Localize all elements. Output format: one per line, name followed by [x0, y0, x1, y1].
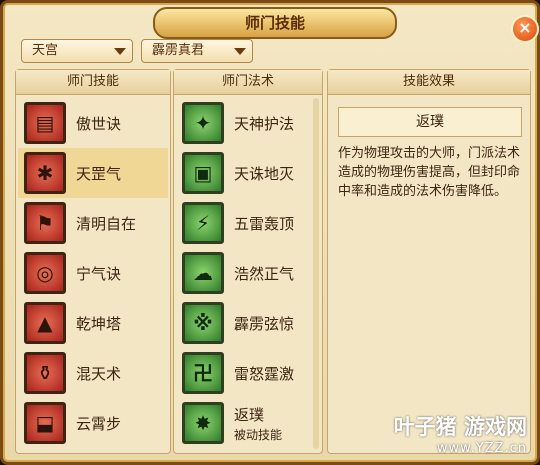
icon-glyph: ▲ — [37, 311, 53, 335]
skills-item-label: 乾坤塔 — [76, 315, 122, 333]
spells-item-label: 雷怒霆激 — [234, 365, 295, 383]
skills-item-label: 云霄步 — [76, 415, 122, 433]
pagoda-icon: ▲ — [24, 302, 66, 344]
spells-item[interactable]: ✸ 返璞被动技能 — [176, 398, 312, 448]
cloud-icon: ☁ — [182, 252, 224, 294]
master-dropdown-value: 霹雳真君 — [152, 43, 205, 58]
icon-glyph: ⚡ — [195, 211, 211, 235]
sect-dropdown[interactable]: 天宫 — [21, 39, 133, 63]
spells-item[interactable]: ⚡ 五雷轰顶 — [176, 198, 312, 248]
icon-glyph: 卍 — [193, 361, 213, 385]
spells-item-label: 返璞 — [234, 406, 265, 424]
orb-icon: ◎ — [24, 252, 66, 294]
spells-panel: 师门法术 ✦ 天神护法 ▣ 天诛地灭 ⚡ 五雷轰顶 ☁ 浩然正气 ※ 霹雳弦惊卍 雷怒霆激 ✸ 返璞被动… — [173, 69, 323, 454]
lightning-icon: ⚡ — [182, 202, 224, 244]
spells-item-label: 浩然正气 — [234, 265, 295, 283]
spells-item[interactable]: ☁ 浩然正气 — [176, 248, 312, 298]
spells-item[interactable]: ※ 霹雳弦惊 — [176, 298, 312, 348]
watermark: 叶子猪 游戏网 www.YZZ.cn — [394, 411, 527, 456]
spells-panel-header: 师门法术 — [174, 70, 322, 95]
chevron-down-icon — [234, 48, 246, 55]
icon-glyph: ✱ — [36, 161, 54, 185]
frame-icon: ▣ — [182, 152, 224, 194]
skills-item-label: 傲世诀 — [76, 115, 122, 133]
warrior-icon: ✱ — [24, 152, 66, 194]
effect-description: 作为物理攻击的大师，门派法术造成的物理伤害提高，但封印命中率和造成的法术伤害降低… — [338, 146, 521, 199]
boot-icon: ⬓ — [24, 402, 66, 444]
icon-glyph: ⚱ — [36, 361, 54, 385]
skills-item[interactable]: ▲ 乾坤塔 — [18, 298, 168, 348]
effect-skill-name: 返璞 — [338, 107, 522, 137]
spells-item[interactable]: ▣ 天诛地灭 — [176, 148, 312, 198]
tablet-icon: ▤ — [24, 102, 66, 144]
guardian-icon: ✦ — [182, 102, 224, 144]
close-icon[interactable]: × — [511, 15, 539, 43]
thunder-icon: 卍 — [182, 352, 224, 394]
bolt-icon: ※ — [182, 302, 224, 344]
scrollbar[interactable] — [313, 98, 319, 449]
icon-glyph: ▤ — [35, 111, 55, 135]
burst-icon: ✸ — [182, 402, 224, 444]
skills-item[interactable]: ⚱ 混天术 — [18, 348, 168, 398]
skills-panel: 师门技能 ▤ 傲世诀 ✱ 天罡气 ⚑ 清明自在 ◎ 宁气诀 ▲ 乾坤塔 ⚱ 混天术 ⬓ 云霄步 — [15, 69, 171, 454]
spells-item-label: 天诛地灭 — [234, 165, 295, 183]
spells-item[interactable]: ✦ 天神护法 — [176, 98, 312, 148]
spells-item-label: 五雷轰顶 — [234, 215, 295, 233]
spells-item[interactable]: 卍 雷怒霆激 — [176, 348, 312, 398]
skills-panel-header: 师门技能 — [16, 70, 170, 95]
watermark-title: 叶子猪 游戏网 — [393, 415, 527, 439]
skills-item[interactable]: ⚑ 清明自在 — [18, 198, 168, 248]
skills-item-label: 宁气诀 — [76, 265, 122, 283]
skills-item[interactable]: ✱ 天罡气 — [18, 148, 168, 198]
icon-glyph: ✸ — [194, 411, 212, 435]
skills-item-label: 清明自在 — [76, 215, 137, 233]
spells-item-label: 天神护法 — [234, 115, 295, 133]
skills-item-label: 天罡气 — [76, 165, 122, 183]
effect-panel: 技能效果 返璞 作为物理攻击的大师，门派法术造成的物理伤害提高，但封印命中率和造… — [327, 69, 531, 454]
effect-panel-header: 技能效果 — [328, 70, 530, 95]
icon-glyph: ⬓ — [35, 411, 55, 435]
icon-glyph: ◎ — [36, 261, 54, 285]
skills-item[interactable]: ▤ 傲世诀 — [18, 98, 168, 148]
flag-icon: ⚑ — [24, 202, 66, 244]
spells-item-sublabel: 被动技能 — [234, 428, 283, 442]
icon-glyph: ✦ — [194, 111, 212, 135]
spells-item-label: 霹雳弦惊 — [234, 315, 295, 333]
skill-window: 师门技能 × 天宫 霹雳真君 师门技能 ▤ 傲世诀 ✱ 天罡气 ⚑ 清明自在 ◎ 宁气诀 ▲ 乾坤… — [0, 0, 540, 465]
icon-glyph: ▣ — [193, 161, 213, 185]
icon-glyph: ※ — [193, 311, 213, 335]
icon-glyph: ⚑ — [36, 211, 54, 235]
cauldron-icon: ⚱ — [24, 352, 66, 394]
skills-item-label: 混天术 — [76, 365, 122, 383]
sect-dropdown-value: 天宫 — [32, 43, 59, 58]
skills-item[interactable]: ⬓ 云霄步 — [18, 398, 168, 448]
icon-glyph: ☁ — [193, 261, 213, 285]
chevron-down-icon — [114, 48, 126, 55]
skills-item[interactable]: ◎ 宁气诀 — [18, 248, 168, 298]
window-title: 师门技能 — [153, 7, 397, 39]
watermark-url: www.YZZ.cn — [436, 441, 527, 456]
master-dropdown[interactable]: 霹雳真君 — [141, 39, 253, 63]
